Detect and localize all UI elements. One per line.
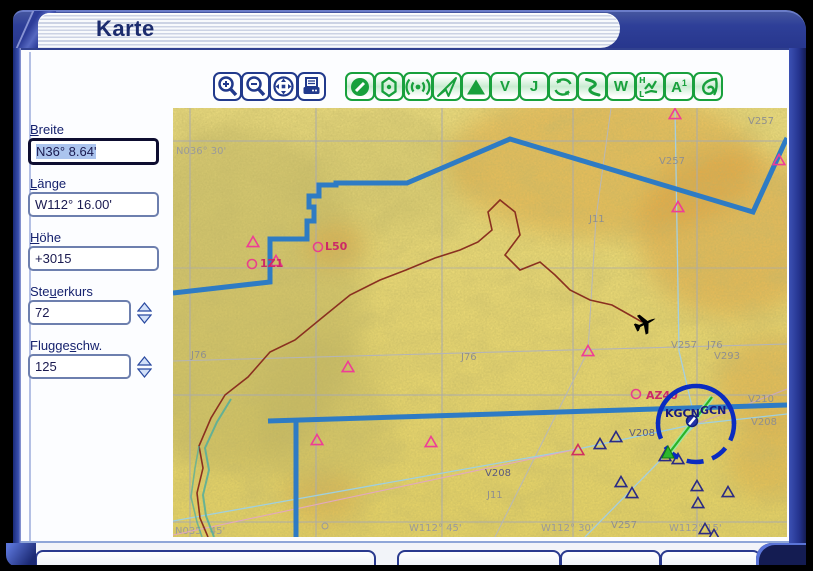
triangle-icon (467, 79, 485, 94)
vfr-toggle-button[interactable] (432, 72, 462, 101)
breite-label: Breite (30, 122, 64, 137)
ndb-toggle-button[interactable] (374, 72, 404, 101)
right-frame (789, 48, 806, 543)
laenge-label: Länge (30, 176, 67, 191)
intersections-toggle-button[interactable] (461, 72, 491, 101)
jet-label: J (529, 78, 539, 95)
weather-label: W (613, 78, 629, 95)
svg-text:H: H (639, 76, 646, 85)
ndb-icon (381, 76, 397, 97)
a1-label: A1 (671, 77, 687, 96)
pressure-fronts-icon: H L (639, 76, 658, 99)
airspace-toggle-button[interactable] (548, 72, 578, 101)
bottom-left-corner (6, 543, 36, 567)
svg-text:J11: J11 (588, 214, 605, 225)
flight-sim-map-window: { "window": { "title": "Karte" }, "toolb… (0, 0, 813, 571)
svg-text:J11: J11 (486, 490, 503, 501)
print-button[interactable] (297, 72, 326, 101)
terrain-text-toggle-button[interactable]: A1 (664, 72, 694, 101)
svg-text:L: L (639, 90, 644, 99)
laenge-field[interactable] (28, 192, 159, 217)
lon-label: W112° 30' (541, 523, 594, 534)
map-canvas[interactable]: N036° 30' N035° 45' W112° 45' W112° 30' … (103, 88, 813, 541)
fluggeschw-stepper[interactable] (133, 354, 156, 379)
steuerkurs-stepper[interactable] (133, 300, 156, 325)
svg-text:J76: J76 (706, 340, 723, 351)
svg-text:V257: V257 (671, 340, 697, 351)
svg-text:J76: J76 (460, 352, 477, 363)
fluggeschw-label: Fluggeschw. (30, 338, 103, 353)
svg-text:V208: V208 (485, 468, 511, 479)
left-frame (13, 48, 21, 543)
breite-field[interactable]: N36° 8.64' (28, 138, 159, 165)
svg-text:V257: V257 (748, 116, 774, 127)
svg-text:V208: V208 (751, 417, 777, 428)
map-nav-toolbar (213, 72, 326, 101)
stepper-arrows-icon (137, 301, 152, 324)
airport-label-1z1: 1Z1 (260, 257, 283, 270)
steuerkurs-field[interactable] (28, 300, 131, 325)
svg-text:V208: V208 (629, 428, 655, 439)
bottom-right-corner (756, 543, 806, 567)
svg-text:V293: V293 (714, 351, 740, 362)
airport-label-l50: L50 (325, 240, 348, 253)
svg-text:V257: V257 (659, 156, 685, 167)
airport-icon (351, 77, 369, 96)
victor-airways-toggle-button[interactable]: V (490, 72, 520, 101)
victor-label: V (499, 78, 510, 95)
pan-button[interactable] (269, 72, 298, 101)
route-icon (585, 77, 601, 96)
svg-text:V257: V257 (611, 520, 637, 531)
lon-label: W112° 45' (409, 523, 462, 534)
kgcn-label: KGCN (665, 407, 700, 420)
zoom-in-icon (218, 76, 238, 97)
hoehe-label: Höhe (30, 230, 62, 245)
steuerkurs-label: Steuerkurs (30, 284, 93, 299)
airports-toggle-button[interactable] (345, 72, 375, 101)
circular-arrows-icon (554, 77, 572, 96)
map-layer-toolbar: V J W H L A1 (345, 72, 723, 101)
pan-icon (273, 76, 294, 97)
gcn-vor-label: GCN (700, 404, 726, 417)
jet-airways-toggle-button[interactable]: J (519, 72, 549, 101)
window-title: Karte (96, 16, 155, 41)
pressure-toggle-button[interactable]: H L (635, 72, 665, 101)
flightplan-toggle-button[interactable] (577, 72, 607, 101)
wind-toggle-button[interactable] (693, 72, 723, 101)
ils-toggle-button[interactable] (403, 72, 433, 101)
print-icon (303, 77, 320, 94)
zoom-out-icon (246, 76, 266, 97)
weather-toggle-button[interactable]: W (606, 72, 636, 101)
paper-plane-icon (437, 76, 457, 97)
fluggeschw-field[interactable] (28, 354, 131, 379)
window-bottom-edge (0, 565, 813, 571)
terrain-shading (103, 88, 813, 537)
zoom-out-button[interactable] (241, 72, 270, 101)
breite-value: N36° 8.64' (36, 144, 97, 159)
stepper-arrows-icon (137, 355, 152, 378)
svg-text:J76: J76 (190, 350, 207, 361)
wind-swirl-icon (702, 77, 718, 95)
hoehe-field[interactable] (28, 246, 159, 271)
zoom-in-button[interactable] (213, 72, 242, 101)
lat-label: N036° 30' (176, 146, 226, 157)
radio-waves-icon (405, 78, 431, 95)
